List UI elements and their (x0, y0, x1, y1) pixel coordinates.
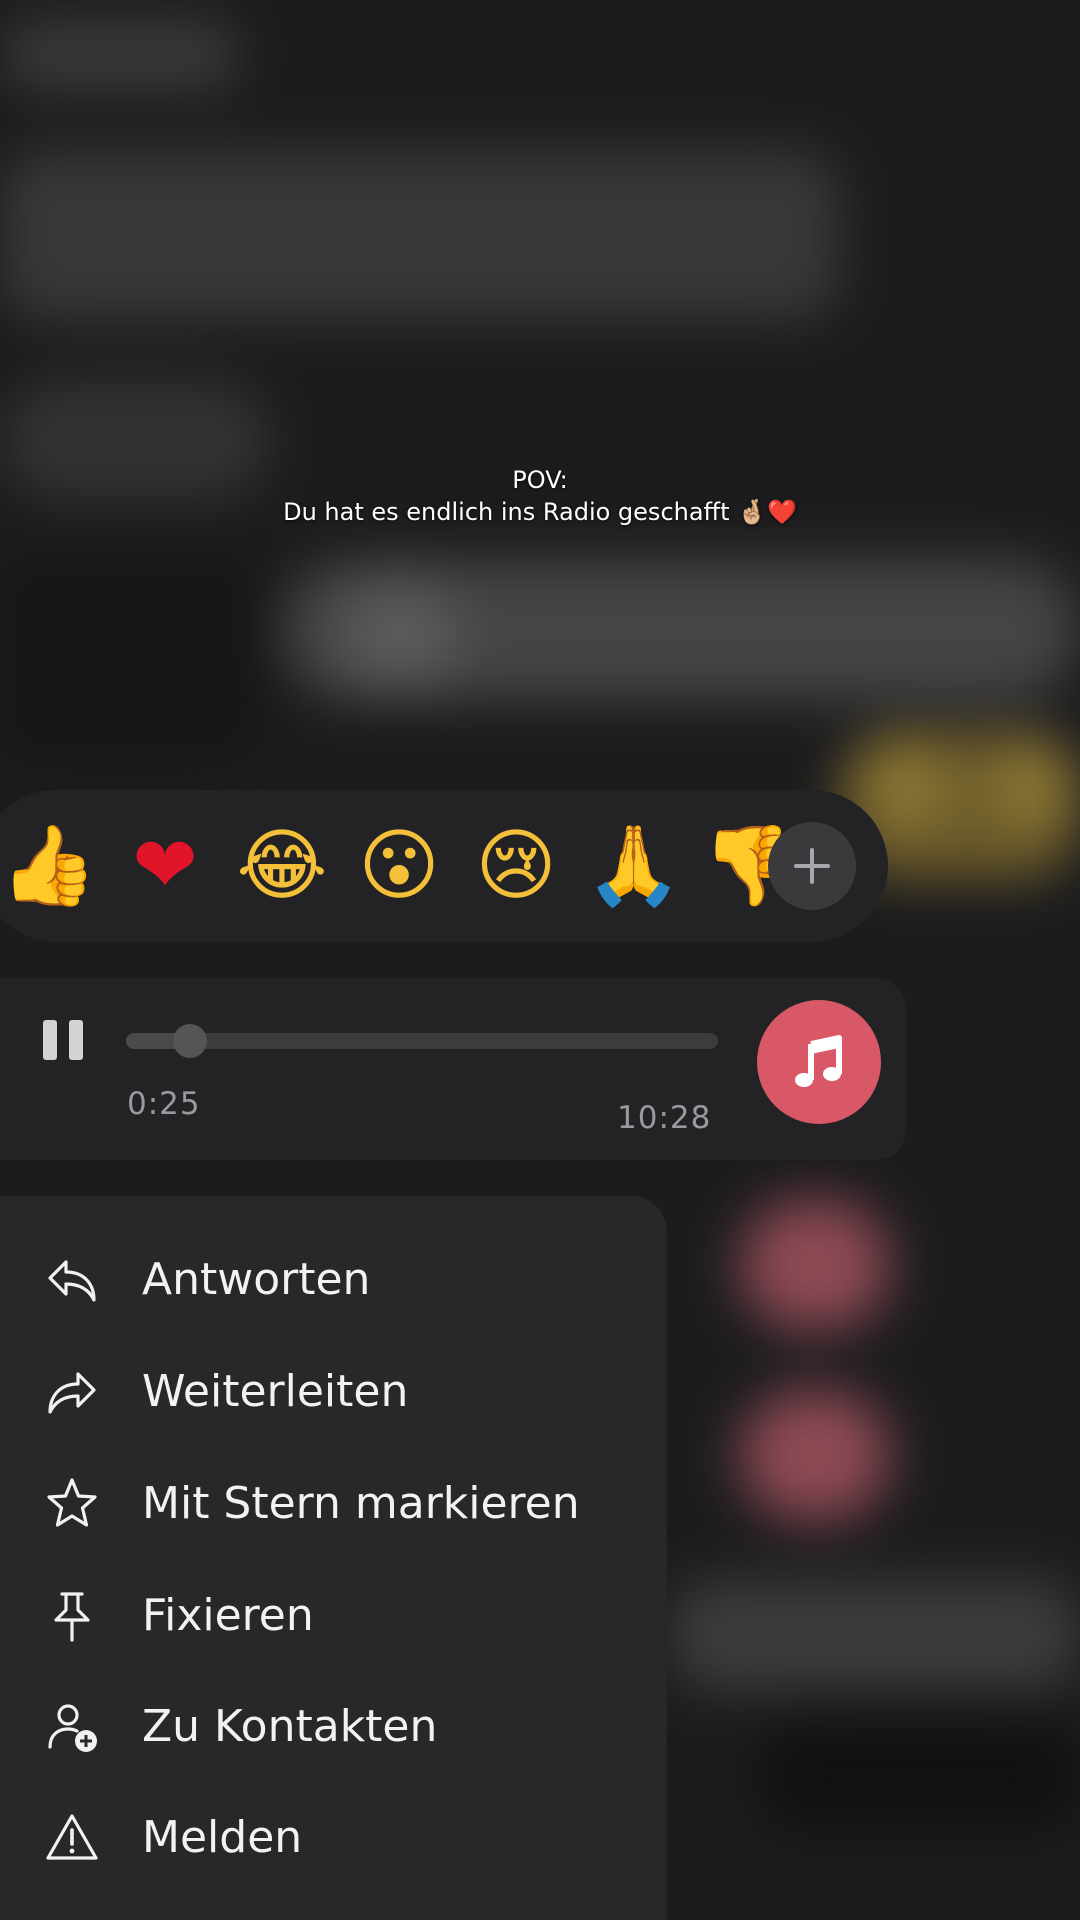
menu-label-add-contact: Zu Kontakten (142, 1701, 438, 1752)
warning-icon (46, 1814, 98, 1860)
menu-item-add-contact[interactable]: Zu Kontakten (0, 1671, 667, 1783)
caption-line-2: Du hat es endlich ins Radio geschafft 🤞🏼… (283, 498, 797, 526)
menu-label-forward: Weiterleiten (142, 1366, 409, 1417)
menu-label-reply: Antworten (142, 1254, 371, 1305)
music-badge[interactable] (757, 1000, 881, 1124)
audio-progress-track[interactable] (126, 1024, 718, 1058)
menu-item-forward[interactable]: Weiterleiten (0, 1336, 667, 1448)
menu-label-star: Mit Stern markieren (142, 1478, 580, 1529)
screen: POV: Du hat es endlich ins Radio geschaf… (0, 0, 1080, 1920)
video-caption: POV: Du hat es endlich ins Radio geschaf… (0, 464, 1080, 528)
menu-label-report: Melden (142, 1812, 303, 1863)
caption-line-1: POV: (512, 466, 568, 494)
pause-icon (43, 1020, 57, 1060)
reaction-thumbs-up[interactable]: 👍 (0, 818, 97, 914)
audio-total-time: 10:28 (617, 1100, 712, 1136)
menu-item-report[interactable]: Melden (0, 1782, 667, 1894)
star-icon (47, 1478, 97, 1527)
reaction-red-heart[interactable]: ❤ (117, 818, 213, 914)
audio-message: 0:25 10:28 (0, 978, 906, 1160)
forward-icon (48, 1372, 96, 1414)
reply-icon (48, 1260, 96, 1302)
menu-label-pin: Fixieren (142, 1590, 314, 1641)
reaction-tears-of-joy[interactable]: 😂 (234, 818, 330, 914)
pin-icon (54, 1592, 90, 1642)
pause-button[interactable] (38, 1016, 88, 1066)
plus-icon (794, 848, 830, 884)
menu-item-reply[interactable]: Antworten (0, 1224, 667, 1336)
menu-item-star[interactable]: Mit Stern markieren (0, 1448, 667, 1560)
music-note-icon (795, 1035, 842, 1087)
reaction-face-open-mouth[interactable]: 😮 (351, 818, 447, 914)
reaction-folded-hands[interactable]: 🙏 (585, 818, 682, 914)
audio-current-time: 0:25 (127, 1086, 201, 1122)
reaction-bar: 👍 ❤ 😂 😮 😢 🙏 👎 (0, 790, 888, 942)
audio-progress-thumb[interactable] (173, 1024, 207, 1058)
menu-item-pin[interactable]: Fixieren (0, 1560, 667, 1672)
add-contact-icon (48, 1704, 97, 1752)
add-reaction-button[interactable] (768, 822, 856, 910)
reaction-crying-face[interactable]: 😢 (468, 818, 564, 914)
